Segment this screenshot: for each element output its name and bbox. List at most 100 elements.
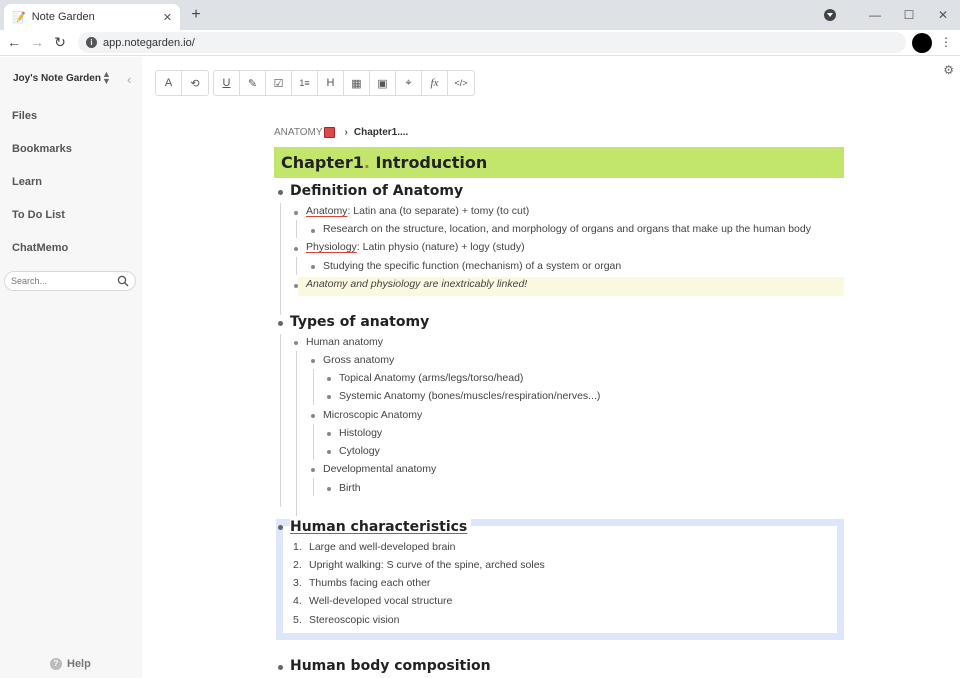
bullet bbox=[311, 265, 315, 269]
minimize-button[interactable]: — bbox=[858, 8, 892, 22]
help-link[interactable]: ? Help bbox=[50, 658, 91, 670]
forward-icon[interactable]: → bbox=[28, 34, 46, 50]
notebook-icon bbox=[323, 127, 335, 138]
chapter-name: Introduction bbox=[369, 153, 488, 172]
heading-characteristics[interactable]: Human characteristics bbox=[290, 519, 472, 535]
search-icon[interactable] bbox=[117, 275, 129, 287]
bullet bbox=[327, 450, 331, 454]
list-item[interactable]: Research on the structure, location, and… bbox=[323, 223, 811, 235]
list-item[interactable]: Physiology: Latin physio (nature) + logy… bbox=[306, 241, 525, 253]
list-number: 3. bbox=[293, 577, 302, 589]
new-tab-button[interactable]: + bbox=[186, 6, 206, 24]
underline-button[interactable]: U bbox=[214, 71, 240, 95]
image-button[interactable]: ▣ bbox=[370, 71, 396, 95]
list-item[interactable]: Anatomy and physiology are inextricably … bbox=[306, 278, 527, 290]
bullet bbox=[327, 395, 331, 399]
list-item[interactable]: Microscopic Anatomy bbox=[323, 409, 422, 421]
list-item[interactable]: Topical Anatomy (arms/legs/torso/head) bbox=[339, 372, 523, 384]
list-item[interactable]: Large and well-developed brain bbox=[309, 541, 456, 553]
window-controls: — ☐ ✕ bbox=[824, 0, 960, 30]
chapter-title[interactable]: Chapter1. Introduction bbox=[274, 147, 844, 178]
code-button[interactable]: </> bbox=[448, 71, 474, 95]
indent-guide bbox=[296, 351, 297, 516]
list-number: 2. bbox=[293, 559, 302, 571]
indent-guide bbox=[280, 334, 281, 507]
workspace-switch-icon[interactable]: ▲ ▼ bbox=[102, 70, 111, 86]
list-item[interactable]: Histology bbox=[339, 427, 382, 439]
bullet bbox=[294, 284, 298, 288]
toolbar-group-text: A ⟲ bbox=[155, 70, 209, 96]
numbered-list-button[interactable]: 1≡ bbox=[292, 71, 318, 95]
formula-button[interactable]: fx bbox=[422, 71, 448, 95]
term-anatomy: Anatomy bbox=[306, 205, 348, 217]
close-tab-icon[interactable]: ✕ bbox=[163, 11, 172, 24]
table-button[interactable]: ▦ bbox=[344, 71, 370, 95]
breadcrumb-root[interactable]: ANATOMY bbox=[274, 127, 323, 138]
list-item[interactable]: Cytology bbox=[339, 445, 380, 457]
sidebar-item-bookmarks[interactable]: Bookmarks bbox=[12, 143, 72, 155]
search-box bbox=[4, 271, 136, 291]
search-input[interactable] bbox=[11, 276, 117, 286]
tab-title: Note Garden bbox=[31, 11, 95, 23]
workspace-name[interactable]: Joy's Note Garden bbox=[13, 73, 101, 84]
list-item[interactable]: Upright walking: S curve of the spine, a… bbox=[309, 559, 545, 571]
address-bar: ← → ↻ i app.notegarden.io/ ⋮ bbox=[0, 30, 960, 56]
tab-search-icon[interactable] bbox=[824, 9, 836, 21]
chapter-prefix: Chapter1 bbox=[281, 153, 364, 172]
list-item[interactable]: Well-developed vocal structure bbox=[309, 595, 452, 607]
bullet bbox=[327, 377, 331, 381]
indent-guide bbox=[280, 203, 281, 315]
browser-menu-icon[interactable]: ⋮ bbox=[940, 35, 952, 49]
bullet bbox=[327, 432, 331, 436]
list-item[interactable]: Birth bbox=[339, 482, 361, 494]
bullet bbox=[278, 525, 283, 530]
back-icon[interactable]: ← bbox=[5, 34, 23, 50]
bullet bbox=[294, 341, 298, 345]
list-item[interactable]: Systemic Anatomy (bones/muscles/respirat… bbox=[339, 390, 600, 402]
list-item[interactable]: Stereoscopic vision bbox=[309, 614, 399, 626]
list-item[interactable]: Studying the specific function (mechanis… bbox=[323, 260, 621, 272]
bullet bbox=[278, 190, 283, 195]
reload-icon[interactable]: ↻ bbox=[51, 34, 69, 51]
bullet bbox=[294, 247, 298, 251]
indent-guide bbox=[313, 424, 314, 460]
profile-avatar[interactable] bbox=[912, 33, 932, 53]
physiology-definition: : Latin physio (nature) + logy (study) bbox=[356, 241, 525, 253]
list-item[interactable]: Human anatomy bbox=[306, 336, 383, 348]
bullet bbox=[327, 487, 331, 491]
settings-gear-icon[interactable]: ⚙ bbox=[943, 63, 954, 77]
list-item[interactable]: Developmental anatomy bbox=[323, 463, 436, 475]
term-physiology: Physiology bbox=[306, 241, 357, 253]
browser-tab[interactable]: 📝 Note Garden ✕ bbox=[4, 4, 180, 30]
anatomy-definition: : Latin ana (to separate) + tomy (to cut… bbox=[347, 205, 530, 217]
url-field[interactable]: i app.notegarden.io/ bbox=[78, 32, 906, 53]
font-style-button[interactable]: A bbox=[156, 71, 182, 95]
list-item[interactable]: Thumbs facing each other bbox=[309, 577, 430, 589]
maximize-button[interactable]: ☐ bbox=[892, 8, 926, 22]
help-label: Help bbox=[67, 658, 91, 670]
clear-format-button[interactable]: ⟲ bbox=[182, 71, 208, 95]
breadcrumb: ANATOMY › Chapter1.... bbox=[274, 127, 408, 138]
list-number: 1. bbox=[293, 541, 302, 553]
heading-composition[interactable]: Human body composition bbox=[290, 658, 491, 674]
sidebar-item-files[interactable]: Files bbox=[12, 110, 37, 122]
bullet bbox=[294, 211, 298, 215]
bullet bbox=[278, 665, 283, 670]
sidebar-item-todo[interactable]: To Do List bbox=[12, 209, 65, 221]
list-item[interactable]: Anatomy: Latin ana (to separate) + tomy … bbox=[306, 205, 529, 217]
sidebar-item-learn[interactable]: Learn bbox=[12, 176, 42, 188]
close-window-button[interactable]: ✕ bbox=[926, 8, 960, 22]
heading-definition[interactable]: Definition of Anatomy bbox=[290, 183, 463, 199]
collapse-sidebar-icon[interactable]: ‹ bbox=[127, 72, 131, 87]
checkbox-button[interactable]: ☑ bbox=[266, 71, 292, 95]
attachment-button[interactable]: ⌖ bbox=[396, 71, 422, 95]
heading-types[interactable]: Types of anatomy bbox=[290, 314, 429, 330]
list-item[interactable]: Gross anatomy bbox=[323, 354, 394, 366]
sidebar-item-chatmemo[interactable]: ChatMemo bbox=[12, 242, 68, 254]
indent-guide bbox=[313, 369, 314, 405]
site-info-icon[interactable]: i bbox=[86, 37, 97, 48]
highlighter-button[interactable]: ✎ bbox=[240, 71, 266, 95]
breadcrumb-current[interactable]: Chapter1.... bbox=[354, 127, 408, 138]
url-text: app.notegarden.io/ bbox=[103, 36, 195, 49]
heading-button[interactable]: H bbox=[318, 71, 344, 95]
